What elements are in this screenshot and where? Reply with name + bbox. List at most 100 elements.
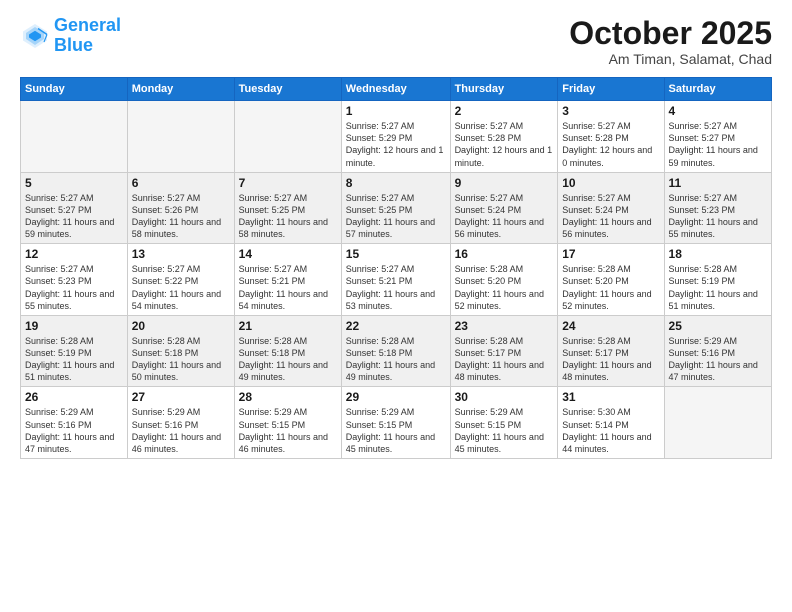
weekday-header-saturday: Saturday <box>664 78 771 101</box>
day-info: Sunrise: 5:27 AMSunset: 5:29 PMDaylight:… <box>346 120 446 169</box>
day-number: 23 <box>455 319 554 333</box>
day-number: 4 <box>669 104 767 118</box>
logo-text: General Blue <box>54 16 121 56</box>
day-info: Sunrise: 5:27 AMSunset: 5:27 PMDaylight:… <box>669 120 767 169</box>
day-number: 9 <box>455 176 554 190</box>
calendar-cell: 16 Sunrise: 5:28 AMSunset: 5:20 PMDayligh… <box>450 244 558 316</box>
calendar-cell: 25 Sunrise: 5:29 AMSunset: 5:16 PMDayligh… <box>664 315 771 387</box>
day-number: 12 <box>25 247 123 261</box>
calendar-cell: 22 Sunrise: 5:28 AMSunset: 5:18 PMDayligh… <box>341 315 450 387</box>
calendar-cell: 10Sunrise: 5:27 AMSunset: 5:24 PMDayligh… <box>558 172 664 244</box>
calendar-cell <box>664 387 771 459</box>
day-number: 16 <box>455 247 554 261</box>
day-info: Sunrise: 5:29 AMSunset: 5:16 PMDaylight:… <box>669 335 767 384</box>
calendar-cell: 20 Sunrise: 5:28 AMSunset: 5:18 PMDayligh… <box>127 315 234 387</box>
calendar-cell: 1 Sunrise: 5:27 AMSunset: 5:29 PMDaylight… <box>341 101 450 173</box>
day-info: Sunrise: 5:28 AMSunset: 5:18 PMDaylight:… <box>132 335 230 384</box>
day-number: 21 <box>239 319 337 333</box>
day-number: 5 <box>25 176 123 190</box>
logo-general: General <box>54 15 121 35</box>
day-info: Sunrise: 5:28 AMSunset: 5:18 PMDaylight:… <box>239 335 337 384</box>
day-info: Sunrise: 5:27 AMSunset: 5:25 PMDaylight:… <box>239 192 337 241</box>
day-info: Sunrise: 5:29 AMSunset: 5:16 PMDaylight:… <box>132 406 230 455</box>
calendar-cell: 28Sunrise: 5:29 AMSunset: 5:15 PMDayligh… <box>234 387 341 459</box>
day-info: Sunrise: 5:28 AMSunset: 5:17 PMDaylight:… <box>562 335 659 384</box>
day-number: 11 <box>669 176 767 190</box>
day-info: Sunrise: 5:27 AMSunset: 5:25 PMDaylight:… <box>346 192 446 241</box>
day-number: 25 <box>669 319 767 333</box>
calendar-cell: 30 Sunrise: 5:29 AMSunset: 5:15 PMDayligh… <box>450 387 558 459</box>
day-number: 27 <box>132 390 230 404</box>
day-number: 22 <box>346 319 446 333</box>
day-info: Sunrise: 5:27 AMSunset: 5:24 PMDaylight:… <box>455 192 554 241</box>
calendar-cell <box>127 101 234 173</box>
day-info: Sunrise: 5:30 AMSunset: 5:14 PMDaylight:… <box>562 406 659 455</box>
day-number: 19 <box>25 319 123 333</box>
logo-icon <box>20 21 50 51</box>
weekday-header-thursday: Thursday <box>450 78 558 101</box>
day-number: 13 <box>132 247 230 261</box>
day-info: Sunrise: 5:27 AMSunset: 5:23 PMDaylight:… <box>25 263 123 312</box>
calendar-week-row: 26 Sunrise: 5:29 AMSunset: 5:16 PMDayligh… <box>21 387 772 459</box>
day-number: 3 <box>562 104 659 118</box>
calendar-cell: 9 Sunrise: 5:27 AMSunset: 5:24 PMDaylight… <box>450 172 558 244</box>
day-info: Sunrise: 5:29 AMSunset: 5:15 PMDaylight:… <box>346 406 446 455</box>
calendar-cell: 8Sunrise: 5:27 AMSunset: 5:25 PMDaylight… <box>341 172 450 244</box>
day-info: Sunrise: 5:28 AMSunset: 5:20 PMDaylight:… <box>455 263 554 312</box>
calendar-cell: 15 Sunrise: 5:27 AMSunset: 5:21 PMDayligh… <box>341 244 450 316</box>
calendar-cell: 4 Sunrise: 5:27 AMSunset: 5:27 PMDaylight… <box>664 101 771 173</box>
weekday-header-row: SundayMondayTuesdayWednesdayThursdayFrid… <box>21 78 772 101</box>
calendar-cell: 14 Sunrise: 5:27 AMSunset: 5:21 PMDayligh… <box>234 244 341 316</box>
day-number: 18 <box>669 247 767 261</box>
day-number: 14 <box>239 247 337 261</box>
weekday-header-sunday: Sunday <box>21 78 128 101</box>
calendar-cell: 17 Sunrise: 5:28 AMSunset: 5:20 PMDayligh… <box>558 244 664 316</box>
day-info: Sunrise: 5:28 AMSunset: 5:17 PMDaylight:… <box>455 335 554 384</box>
day-info: Sunrise: 5:27 AMSunset: 5:22 PMDaylight:… <box>132 263 230 312</box>
weekday-header-monday: Monday <box>127 78 234 101</box>
calendar-cell: 24 Sunrise: 5:28 AMSunset: 5:17 PMDayligh… <box>558 315 664 387</box>
day-info: Sunrise: 5:28 AMSunset: 5:18 PMDaylight:… <box>346 335 446 384</box>
calendar-week-row: 12 Sunrise: 5:27 AMSunset: 5:23 PMDayligh… <box>21 244 772 316</box>
calendar-cell: 21 Sunrise: 5:28 AMSunset: 5:18 PMDayligh… <box>234 315 341 387</box>
day-number: 30 <box>455 390 554 404</box>
day-number: 15 <box>346 247 446 261</box>
calendar-week-row: 5Sunrise: 5:27 AMSunset: 5:27 PMDaylight… <box>21 172 772 244</box>
month-title: October 2025 <box>569 16 772 51</box>
weekday-header-wednesday: Wednesday <box>341 78 450 101</box>
day-number: 24 <box>562 319 659 333</box>
logo-blue: Blue <box>54 36 121 56</box>
weekday-header-tuesday: Tuesday <box>234 78 341 101</box>
day-number: 20 <box>132 319 230 333</box>
day-number: 17 <box>562 247 659 261</box>
calendar-table: SundayMondayTuesdayWednesdayThursdayFrid… <box>20 77 772 459</box>
calendar-cell: 29 Sunrise: 5:29 AMSunset: 5:15 PMDayligh… <box>341 387 450 459</box>
day-number: 1 <box>346 104 446 118</box>
day-info: Sunrise: 5:28 AMSunset: 5:19 PMDaylight:… <box>669 263 767 312</box>
day-number: 7 <box>239 176 337 190</box>
calendar-cell: 11 Sunrise: 5:27 AMSunset: 5:23 PMDayligh… <box>664 172 771 244</box>
day-info: Sunrise: 5:27 AMSunset: 5:23 PMDaylight:… <box>669 192 767 241</box>
weekday-header-friday: Friday <box>558 78 664 101</box>
calendar-cell: 19Sunrise: 5:28 AMSunset: 5:19 PMDayligh… <box>21 315 128 387</box>
location: Am Timan, Salamat, Chad <box>569 51 772 67</box>
logo: General Blue <box>20 16 121 56</box>
calendar-cell: 23 Sunrise: 5:28 AMSunset: 5:17 PMDayligh… <box>450 315 558 387</box>
calendar-cell: 5Sunrise: 5:27 AMSunset: 5:27 PMDaylight… <box>21 172 128 244</box>
day-info: Sunrise: 5:29 AMSunset: 5:15 PMDaylight:… <box>455 406 554 455</box>
day-info: Sunrise: 5:28 AMSunset: 5:20 PMDaylight:… <box>562 263 659 312</box>
day-number: 10 <box>562 176 659 190</box>
day-info: Sunrise: 5:27 AMSunset: 5:21 PMDaylight:… <box>346 263 446 312</box>
day-info: Sunrise: 5:27 AMSunset: 5:28 PMDaylight:… <box>562 120 659 169</box>
calendar-cell: 12 Sunrise: 5:27 AMSunset: 5:23 PMDayligh… <box>21 244 128 316</box>
day-number: 6 <box>132 176 230 190</box>
day-info: Sunrise: 5:27 AMSunset: 5:28 PMDaylight:… <box>455 120 554 169</box>
day-number: 31 <box>562 390 659 404</box>
day-info: Sunrise: 5:27 AMSunset: 5:21 PMDaylight:… <box>239 263 337 312</box>
calendar-cell: 2Sunrise: 5:27 AMSunset: 5:28 PMDaylight… <box>450 101 558 173</box>
day-number: 29 <box>346 390 446 404</box>
calendar-cell <box>21 101 128 173</box>
day-info: Sunrise: 5:29 AMSunset: 5:16 PMDaylight:… <box>25 406 123 455</box>
calendar-cell: 26 Sunrise: 5:29 AMSunset: 5:16 PMDayligh… <box>21 387 128 459</box>
day-number: 26 <box>25 390 123 404</box>
